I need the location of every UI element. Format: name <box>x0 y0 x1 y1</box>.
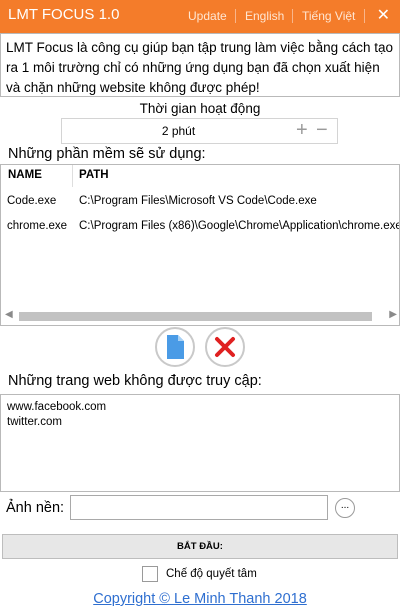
scroll-left-icon[interactable]: ◀ <box>5 309 13 320</box>
column-header-name[interactable]: NAME <box>8 169 42 181</box>
horizontal-scrollbar[interactable]: ◀ ▶ <box>2 309 399 324</box>
description-text: LMT Focus là công cụ giúp bạn tập trung … <box>0 33 400 97</box>
update-link[interactable]: Update <box>188 9 227 23</box>
strict-mode-checkbox[interactable] <box>142 566 158 582</box>
app-name-cell: Code.exe <box>7 195 57 207</box>
start-button[interactable]: BẮT ĐẦU: <box>2 534 398 559</box>
blocked-sites-label: Những trang web không được truy cập: <box>8 373 262 389</box>
table-row[interactable]: Code.exe C:\Program Files\Microsoft VS C… <box>1 191 399 213</box>
app-path-cell: C:\Program Files (x86)\Google\Chrome\App… <box>79 220 400 232</box>
minus-icon[interactable]: − <box>316 119 328 142</box>
remove-app-button[interactable] <box>205 327 245 367</box>
table-row[interactable]: chrome.exe C:\Program Files (x86)\Google… <box>1 216 400 238</box>
delete-x-icon <box>215 337 235 357</box>
divider <box>364 9 365 23</box>
divider <box>235 9 236 23</box>
title-bar: LMT FOCUS 1.0 Update English Tiếng Việt … <box>0 0 400 33</box>
blocked-site-line: twitter.com <box>7 416 62 428</box>
timer-label: Thời gian hoạt động <box>139 101 261 116</box>
apps-table[interactable]: NAME PATH Code.exe C:\Program Files\Micr… <box>0 164 400 326</box>
scroll-right-icon[interactable]: ▶ <box>389 309 397 320</box>
add-app-button[interactable] <box>155 327 195 367</box>
apps-label: Những phần mềm sẽ sử dụng: <box>8 146 206 162</box>
divider <box>292 9 293 23</box>
blocked-sites-textarea[interactable]: www.facebook.com twitter.com <box>0 394 400 492</box>
file-icon <box>167 335 184 359</box>
column-header-path[interactable]: PATH <box>79 169 109 181</box>
copyright-link[interactable]: Copyright © Le Minh Thanh 2018 <box>0 591 400 607</box>
background-label: Ảnh nền: <box>6 500 65 516</box>
app-path-cell: C:\Program Files\Microsoft VS Code\Code.… <box>79 195 317 207</box>
plus-icon[interactable]: + <box>296 119 308 142</box>
browse-button[interactable]: ... <box>335 498 355 518</box>
close-icon[interactable]: ✕ <box>377 5 390 25</box>
column-divider[interactable] <box>72 165 73 187</box>
strict-mode-label: Chế độ quyết tâm <box>166 568 257 580</box>
scrollbar-thumb[interactable] <box>19 312 372 321</box>
app-title: LMT FOCUS 1.0 <box>8 6 120 23</box>
background-path-input[interactable] <box>70 495 328 520</box>
blocked-site-line: www.facebook.com <box>7 401 107 413</box>
timer-value: 2 phút <box>161 124 196 138</box>
app-name-cell: chrome.exe <box>7 220 68 232</box>
english-link[interactable]: English <box>245 9 284 23</box>
timer-stepper[interactable]: 2 phút + − <box>61 118 338 144</box>
vietnamese-link[interactable]: Tiếng Việt <box>302 9 355 23</box>
